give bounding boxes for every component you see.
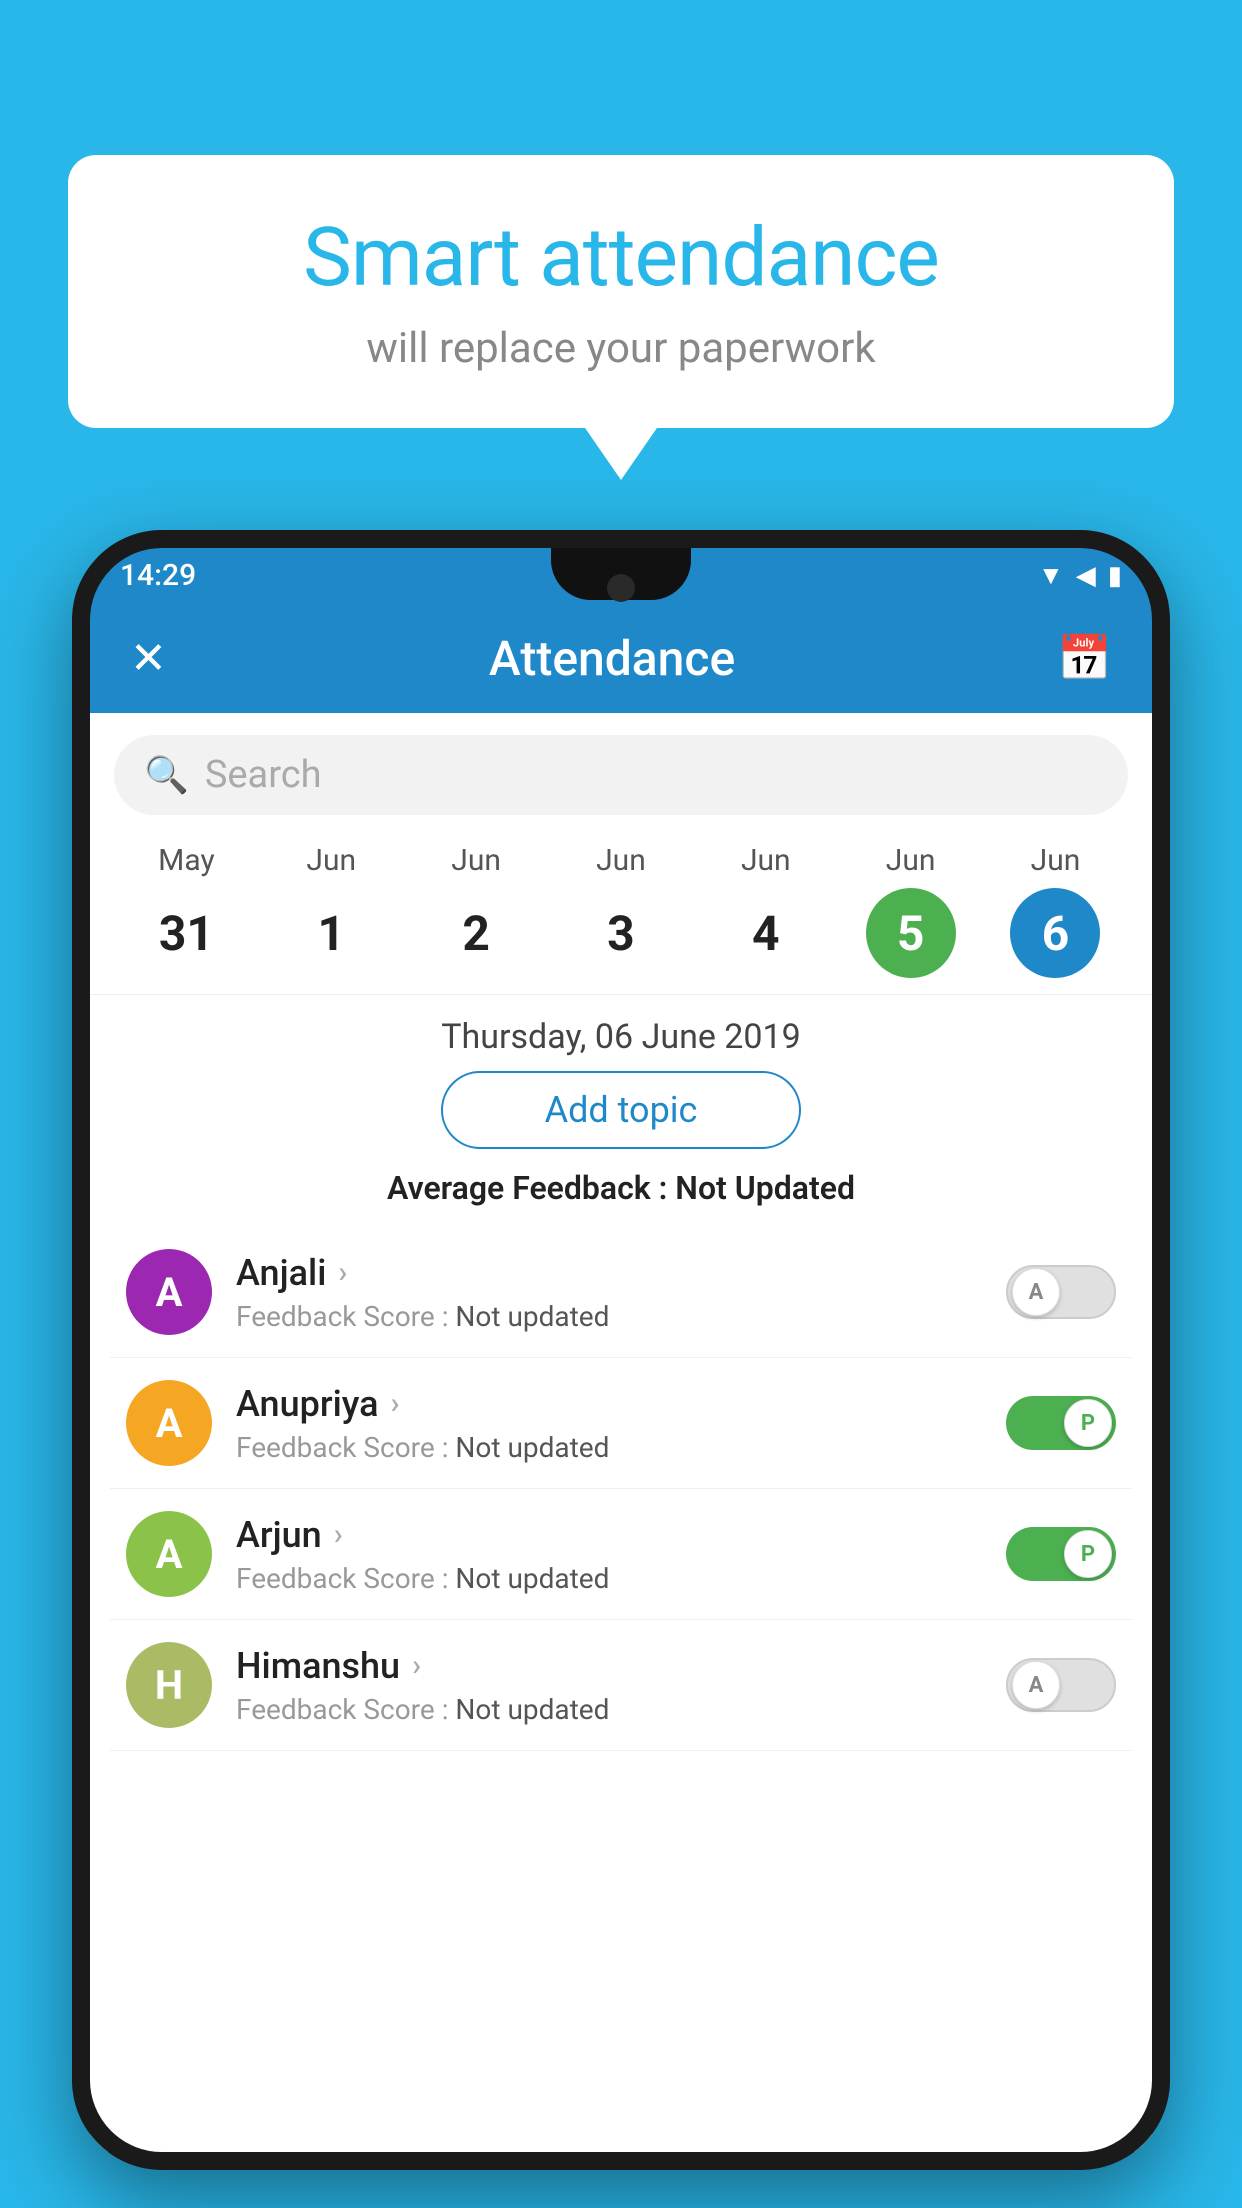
student-item: A Anupriya › Feedback Score : Not updated P (110, 1358, 1132, 1489)
student-item: A Anjali › Feedback Score : Not updated A (110, 1227, 1132, 1358)
toggle-track: A (1006, 1265, 1116, 1319)
power-button (1164, 730, 1170, 850)
speech-bubble: Smart attendance will replace your paper… (68, 155, 1174, 428)
calendar-day[interactable]: May 31 (141, 843, 231, 978)
toggle-track: A (1006, 1658, 1116, 1712)
avg-feedback-label: Average Feedback : (387, 1169, 667, 1207)
cal-date-label: 3 (576, 888, 666, 978)
student-list: AAnjali ›Feedback Score : Not updatedAAA… (90, 1227, 1152, 1751)
signal-icon: ◀ (1076, 561, 1096, 591)
notch (551, 548, 691, 600)
cal-month-label: Jun (886, 843, 936, 878)
wifi-icon: ▼ (1038, 560, 1064, 591)
student-avatar: H (126, 1642, 212, 1728)
status-time: 14:29 (120, 558, 196, 593)
student-info: Arjun › Feedback Score : Not updated (236, 1514, 982, 1595)
feedback-value: Not updated (455, 1562, 609, 1595)
student-name[interactable]: Anjali › (236, 1252, 982, 1294)
student-item: A Arjun › Feedback Score : Not updated P (110, 1489, 1132, 1620)
search-bar[interactable]: 🔍 Search (114, 735, 1128, 815)
toggle-thumb: A (1012, 1268, 1060, 1316)
app-content: 🔍 Search May 31 Jun 1 Jun 2 Jun 3 Jun 4 Jun 5 Jun 6 T… (90, 713, 1152, 2152)
student-name[interactable]: Arjun › (236, 1514, 982, 1556)
calendar-day[interactable]: Jun 5 (866, 843, 956, 978)
student-avatar: A (126, 1511, 212, 1597)
calendar-day[interactable]: Jun 6 (1010, 843, 1100, 978)
volume-up-button (72, 690, 78, 770)
student-info: Anjali › Feedback Score : Not updated (236, 1252, 982, 1333)
chevron-icon: › (338, 1255, 347, 1290)
toggle-track: P (1006, 1396, 1116, 1450)
cal-month-label: Jun (596, 843, 646, 878)
speech-bubble-title: Smart attendance (128, 210, 1114, 306)
student-info: Anupriya › Feedback Score : Not updated (236, 1383, 982, 1464)
student-feedback: Feedback Score : Not updated (236, 1300, 982, 1333)
phone-wrapper: 14:29 ▼ ◀ ▮ ✕ Attendance 📅 🔍 Search May 3… (72, 530, 1170, 2208)
toggle-track: P (1006, 1527, 1116, 1581)
student-info: Himanshu › Feedback Score : Not updated (236, 1645, 982, 1726)
search-icon: 🔍 (144, 754, 189, 796)
status-icons: ▼ ◀ ▮ (1038, 560, 1122, 591)
student-name[interactable]: Anupriya › (236, 1383, 982, 1425)
toggle-thumb: A (1012, 1661, 1060, 1709)
cal-date-label: 2 (431, 888, 521, 978)
feedback-value: Not updated (455, 1693, 609, 1726)
student-feedback: Feedback Score : Not updated (236, 1431, 982, 1464)
calendar-day[interactable]: Jun 1 (286, 843, 376, 978)
cal-date-label: 4 (721, 888, 811, 978)
student-avatar: A (126, 1249, 212, 1335)
feedback-value: Not updated (455, 1300, 609, 1333)
cal-date-label: 5 (866, 888, 956, 978)
attendance-toggle[interactable]: P (1006, 1396, 1116, 1450)
toggle-thumb: P (1064, 1530, 1112, 1578)
student-feedback: Feedback Score : Not updated (236, 1562, 982, 1595)
battery-icon: ▮ (1108, 561, 1122, 591)
app-bar: ✕ Attendance 📅 (90, 603, 1152, 713)
cal-month-label: Jun (741, 843, 791, 878)
avg-feedback-value: Not Updated (675, 1169, 855, 1207)
calendar-day[interactable]: Jun 2 (431, 843, 521, 978)
selected-date-label: Thursday, 06 June 2019 (90, 995, 1152, 1071)
app-bar-title: Attendance (489, 630, 735, 687)
search-input[interactable]: Search (205, 753, 322, 797)
calendar-strip: May 31 Jun 1 Jun 2 Jun 3 Jun 4 Jun 5 Jun 6 (90, 833, 1152, 995)
attendance-toggle[interactable]: A (1006, 1265, 1116, 1319)
student-name[interactable]: Himanshu › (236, 1645, 982, 1687)
volume-down-button (72, 790, 78, 870)
cal-month-label: Jun (451, 843, 501, 878)
cal-date-label: 6 (1010, 888, 1100, 978)
cal-month-label: Jun (306, 843, 356, 878)
student-item: H Himanshu › Feedback Score : Not updated A (110, 1620, 1132, 1751)
attendance-toggle[interactable]: A (1006, 1658, 1116, 1712)
calendar-day[interactable]: Jun 4 (721, 843, 811, 978)
average-feedback: Average Feedback : Not Updated (90, 1169, 1152, 1227)
chevron-icon: › (391, 1386, 400, 1421)
cal-date-label: 1 (286, 888, 376, 978)
attendance-toggle[interactable]: P (1006, 1527, 1116, 1581)
calendar-button[interactable]: 📅 (1057, 632, 1112, 684)
chevron-icon: › (412, 1648, 421, 1683)
feedback-value: Not updated (455, 1431, 609, 1464)
toggle-thumb: P (1064, 1399, 1112, 1447)
cal-date-label: 31 (141, 888, 231, 978)
student-feedback: Feedback Score : Not updated (236, 1693, 982, 1726)
add-topic-button[interactable]: Add topic (441, 1071, 801, 1149)
cal-month-label: May (158, 843, 214, 878)
cal-month-label: Jun (1031, 843, 1081, 878)
close-button[interactable]: ✕ (130, 632, 167, 684)
camera (607, 574, 635, 602)
phone-frame: 14:29 ▼ ◀ ▮ ✕ Attendance 📅 🔍 Search May 3… (72, 530, 1170, 2170)
student-avatar: A (126, 1380, 212, 1466)
calendar-day[interactable]: Jun 3 (576, 843, 666, 978)
speech-bubble-subtitle: will replace your paperwork (128, 324, 1114, 373)
chevron-icon: › (334, 1517, 343, 1552)
